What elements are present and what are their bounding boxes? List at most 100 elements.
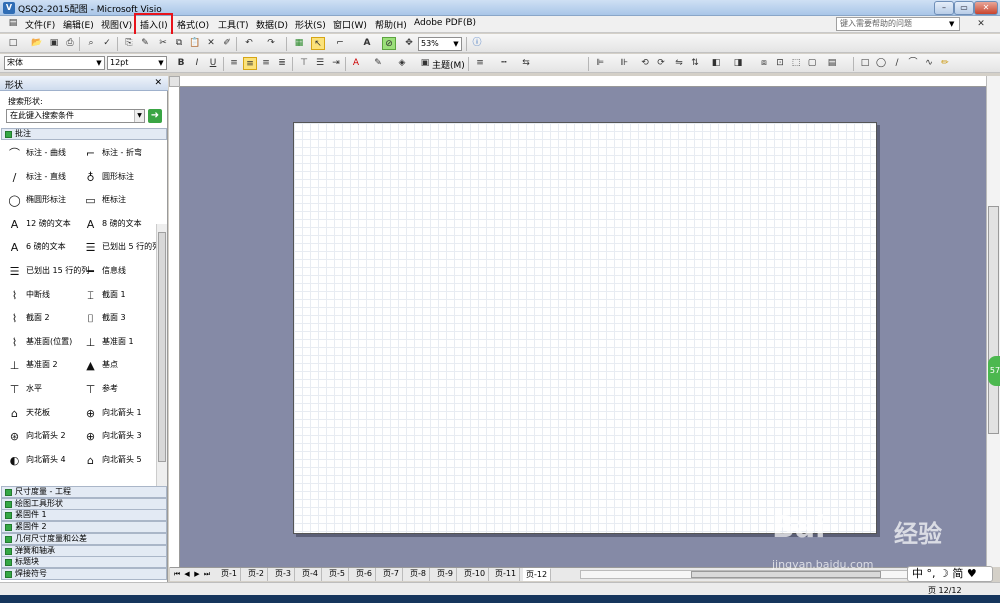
scroll-thumb[interactable] <box>691 571 881 578</box>
stencil-item[interactable]: 绘图工具形状 <box>1 497 167 510</box>
undo-icon[interactable]: ↶ <box>242 37 256 50</box>
stencil-item[interactable]: 几何尺寸度量和公差 <box>1 532 167 545</box>
print-icon[interactable]: ⎙ <box>63 37 77 50</box>
underline-icon[interactable]: U <box>206 57 220 70</box>
menu-help[interactable]: 帮助(H) <box>375 18 407 31</box>
indent-icon[interactable]: ⇥ <box>329 57 343 70</box>
drawing-page[interactable] <box>293 122 877 534</box>
menu-edit[interactable]: 编辑(E) <box>63 18 94 31</box>
copy-icon[interactable]: ⧉ <box>172 37 186 50</box>
ungroup-icon[interactable]: ⊡ <box>773 57 787 70</box>
pan-zoom-icon[interactable]: ✥ <box>402 37 416 50</box>
align-top-icon[interactable]: ⊤ <box>297 57 311 70</box>
align-center-icon[interactable]: ≡ <box>243 57 257 70</box>
font-size-combo[interactable]: 12pt ▼ <box>107 56 167 70</box>
flip-vertical-icon[interactable]: ⇅ <box>688 57 702 70</box>
line-color-icon[interactable]: ✎ <box>371 57 385 70</box>
pointer-tool-icon[interactable]: ↖ <box>311 37 325 50</box>
delete-icon[interactable]: ✕ <box>204 37 218 50</box>
shape-item[interactable]: ⊥ 基准面 1 <box>80 332 158 354</box>
new-icon[interactable]: □ <box>6 37 20 50</box>
chevron-down-icon[interactable]: ▼ <box>452 38 460 50</box>
last-page-icon[interactable]: ⏭ <box>203 569 211 580</box>
layer-icon[interactable]: ▤ <box>825 57 839 70</box>
shape-item[interactable]: ◯ 椭圆形标注 <box>4 190 82 212</box>
menu-file[interactable]: 文件(F) <box>25 18 55 31</box>
visio-app-icon[interactable]: V <box>3 2 15 14</box>
stencil-item[interactable]: 紧固件 1 <box>1 509 167 522</box>
first-page-icon[interactable]: ⏮ <box>173 569 181 580</box>
shape-item[interactable]: ⊤ 水平 <box>4 379 82 401</box>
research-icon[interactable]: ⎘ <box>122 37 136 50</box>
page-tab[interactable]: 页-8 <box>407 568 430 581</box>
connector-icon[interactable]: ⌐ <box>333 37 347 50</box>
shape-item[interactable]: ⊥ 基准面 2 <box>4 355 82 377</box>
page-tab[interactable]: 页-1 <box>218 568 241 581</box>
font-color-icon[interactable]: A <box>349 57 363 70</box>
paste-icon[interactable]: 📋 <box>188 37 202 50</box>
menu-data[interactable]: 数据(D) <box>256 18 288 31</box>
side-badge[interactable]: 57 <box>988 356 1000 386</box>
shape-item[interactable]: ⊛ 向北箭头 2 <box>4 426 82 448</box>
ellipse-tool-icon[interactable]: ◯ <box>874 57 888 70</box>
page-tab[interactable]: 页-10 <box>461 568 490 581</box>
shape-item[interactable]: ⌇ 基准面(位置) <box>4 332 82 354</box>
shape-item[interactable]: ⌂ 天花板 <box>4 403 82 425</box>
shape-item[interactable]: ⌂ 向北箭头 5 <box>80 450 158 472</box>
vertical-ruler[interactable] <box>169 87 180 567</box>
bring-to-front-icon[interactable]: ◧ <box>709 57 723 70</box>
cut-icon[interactable]: ✂ <box>156 37 170 50</box>
rotate-right-icon[interactable]: ⟳ <box>654 57 668 70</box>
menu-window[interactable]: 窗口(W) <box>333 18 367 31</box>
help-search-input[interactable]: 键入需要帮助的问题 ▼ <box>836 17 960 31</box>
page-tab[interactable]: 页-2 <box>245 568 268 581</box>
save-icon[interactable]: ▣ <box>47 37 61 50</box>
shape-item[interactable]: ☰ 已划出 15 行的列 <box>4 261 90 283</box>
vertical-scrollbar[interactable] <box>986 76 1000 567</box>
chevron-down-icon[interactable]: ▼ <box>95 57 103 69</box>
shape-item[interactable]: ◐ 向北箭头 4 <box>4 450 82 472</box>
shape-item[interactable]: ▲ 基点 <box>80 355 158 377</box>
chevron-down-icon[interactable]: ▼ <box>157 57 165 69</box>
theme-icon[interactable]: ▣ <box>418 57 432 70</box>
close-button[interactable]: ✕ <box>974 1 998 15</box>
page-tab[interactable]: 页-6 <box>353 568 376 581</box>
shape-item[interactable]: ⌶ 截面 1 <box>80 285 158 307</box>
shape-item[interactable]: ━ 信息线 <box>80 261 158 283</box>
prev-page-icon[interactable]: ◀ <box>183 569 191 580</box>
align-left-icon[interactable]: ≡ <box>227 57 241 70</box>
line-tool-icon[interactable]: ∕ <box>890 57 904 70</box>
shape-item[interactable]: ☰ 已划出 5 行的列 <box>80 237 161 259</box>
shape-item[interactable]: ⊕ 向北箭头 3 <box>80 426 158 448</box>
combine-icon[interactable]: ▢ <box>805 57 819 70</box>
shape-item[interactable]: ⌒ 标注 - 曲线 <box>4 143 82 165</box>
drawing-canvas[interactable] <box>180 87 986 567</box>
search-shapes-input[interactable]: 在此键入搜索条件 ▼ <box>6 109 145 123</box>
chevron-down-icon[interactable]: ▼ <box>949 19 958 29</box>
shape-item[interactable]: ⌇ 截面 2 <box>4 308 82 330</box>
align-shapes-icon[interactable]: ⊫ <box>593 57 607 70</box>
minimize-button[interactable]: – <box>934 1 954 15</box>
fill-color-icon[interactable]: ◈ <box>395 57 409 70</box>
group-icon[interactable]: ⧈ <box>757 57 771 70</box>
page-tab[interactable]: 页-9 <box>434 568 457 581</box>
union-icon[interactable]: ⬚ <box>789 57 803 70</box>
search-go-button[interactable]: ➜ <box>148 109 162 123</box>
freeform-tool-icon[interactable]: ∿ <box>922 57 936 70</box>
shapes-window-icon[interactable]: ▦ <box>292 37 306 50</box>
open-icon[interactable]: 📂 <box>30 37 44 50</box>
horizontal-ruler[interactable] <box>180 76 986 87</box>
page-tab[interactable]: 页-11 <box>492 568 521 581</box>
menu-format[interactable]: 格式(O) <box>177 18 209 31</box>
page-tab[interactable]: 页-5 <box>326 568 349 581</box>
shape-item[interactable]: A 8 磅的文本 <box>80 214 158 236</box>
document-icon[interactable]: ▤ <box>6 17 20 30</box>
page-tab[interactable]: 页-12 <box>523 568 552 581</box>
bullets-icon[interactable]: ☰ <box>313 57 327 70</box>
shape-item[interactable]: ⊕ 向北箭头 1 <box>80 403 158 425</box>
shape-item[interactable]: ♁ 圆形标注 <box>80 167 158 189</box>
page-tab[interactable]: 页-7 <box>380 568 403 581</box>
pencil-tool-icon[interactable]: ✏ <box>938 57 952 70</box>
format-painter-icon[interactable]: ✎ <box>138 37 152 50</box>
scroll-thumb[interactable] <box>158 232 166 462</box>
